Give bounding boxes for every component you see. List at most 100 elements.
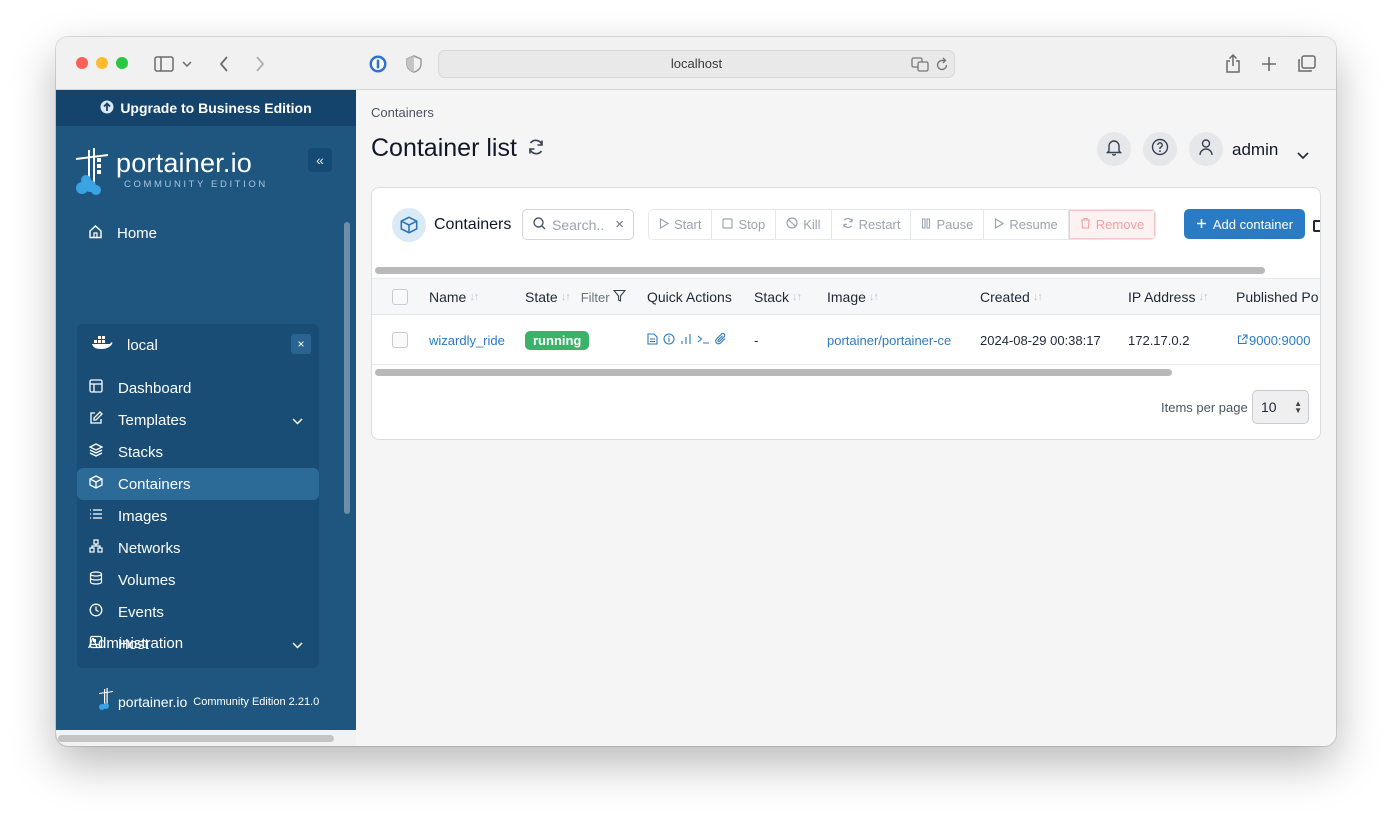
user-name[interactable]: admin [1232, 140, 1278, 160]
user-avatar[interactable] [1189, 132, 1223, 166]
filter-icon[interactable] [612, 289, 626, 305]
status-badge: running [525, 331, 590, 350]
restart-button[interactable]: Restart [831, 210, 912, 239]
filter-label[interactable]: Filter [581, 290, 610, 305]
items-per-page-select[interactable]: 10 ▲ ▼ [1252, 390, 1309, 424]
edit-icon [89, 411, 103, 429]
ip-cell: 172.17.0.2 [1128, 333, 1190, 348]
zoom-window-button[interactable] [116, 57, 128, 69]
remove-button[interactable]: Remove [1068, 210, 1156, 239]
logs-icon[interactable] [647, 332, 658, 350]
sidebar-section-administration[interactable]: Administration [88, 635, 183, 652]
pause-button[interactable]: Pause [911, 210, 985, 239]
sidebar-item-home[interactable]: Home [88, 219, 157, 247]
reload-icon[interactable] [935, 55, 949, 81]
minimize-window-button[interactable] [96, 57, 108, 69]
container-name-link[interactable]: wizardly_ride [429, 333, 505, 348]
chevron-down-icon[interactable] [180, 52, 194, 76]
sort-icon: ↓↑ [868, 291, 879, 303]
column-settings-icon[interactable] [1313, 220, 1320, 232]
stats-icon[interactable] [680, 332, 692, 350]
column-created-label: Created [980, 289, 1030, 305]
chevron-down-icon[interactable] [292, 412, 303, 429]
column-header-published-ports[interactable]: Published Po [1236, 289, 1319, 305]
address-bar[interactable]: localhost [438, 50, 955, 78]
resume-button[interactable]: Resume [984, 210, 1069, 239]
info-icon[interactable] [663, 332, 675, 350]
search-placeholder: Search.. [552, 216, 605, 233]
upgrade-label: Upgrade to Business Edition [120, 100, 312, 116]
published-port-link[interactable]: 9000:9000 [1237, 333, 1310, 348]
sidebar-item-volumes[interactable]: Volumes [77, 564, 319, 596]
image-link[interactable]: portainer/portainer-ce [827, 333, 951, 348]
sidebar-item-label: Home [117, 224, 158, 242]
sidebar-scrollbar[interactable] [344, 222, 350, 514]
column-header-name[interactable]: Name ↓↑ [429, 289, 479, 305]
table-bottom-scrollbar[interactable] [375, 369, 1172, 376]
shield-icon[interactable] [402, 52, 426, 76]
notifications-button[interactable] [1097, 132, 1131, 166]
sidebar-item-events[interactable]: Events [77, 596, 319, 628]
sidebar-item-networks[interactable]: Networks [77, 532, 319, 564]
dashboard-icon [89, 379, 103, 397]
search-input[interactable]: Search.. × [522, 209, 634, 240]
select-all-checkbox[interactable] [392, 289, 408, 305]
list-icon [89, 507, 103, 525]
environment-header[interactable]: local [91, 332, 158, 358]
card-title: Containers [434, 216, 512, 233]
sidebar-item-stacks[interactable]: Stacks [77, 436, 319, 468]
clear-search-icon[interactable]: × [615, 216, 624, 233]
kill-label: Kill [803, 217, 821, 232]
chevron-down-icon[interactable] [1297, 147, 1309, 165]
add-container-button[interactable]: Add container [1184, 209, 1305, 239]
sidebar-item-templates[interactable]: Templates [77, 404, 319, 436]
console-icon[interactable] [697, 332, 710, 350]
upgrade-banner[interactable]: Upgrade to Business Edition [56, 90, 356, 126]
close-environment-button[interactable]: × [291, 334, 311, 354]
back-icon[interactable] [212, 52, 236, 76]
attach-icon[interactable] [715, 332, 727, 350]
sidebar-item-dashboard[interactable]: Dashboard [77, 372, 319, 404]
environment-panel: local × Dashboard Templates Stacks Conta… [77, 324, 319, 668]
forward-icon[interactable] [248, 52, 272, 76]
column-header-created[interactable]: Created ↓↑ [980, 289, 1043, 305]
close-window-button[interactable] [76, 57, 88, 69]
portainer-logo[interactable]: portainer.io COMMUNITY EDITION [74, 148, 265, 201]
sort-icon: ↓↑ [469, 291, 479, 303]
arrow-up-circle-icon [100, 100, 114, 117]
browser-window: localhost Upgrade to Business Edition po… [56, 37, 1336, 746]
collapse-sidebar-button[interactable]: « [308, 148, 332, 172]
column-header-stack[interactable]: Stack ↓↑ [754, 289, 802, 305]
start-button[interactable]: Start [649, 210, 713, 239]
breadcrumb[interactable]: Containers [371, 105, 434, 120]
tab-overview-icon[interactable] [1295, 52, 1319, 76]
stop-button[interactable]: Stop [712, 210, 777, 239]
share-icon[interactable] [1221, 52, 1245, 76]
sidebar-toggle-icon[interactable] [152, 52, 176, 76]
box-icon [392, 208, 426, 242]
password-manager-icon[interactable] [366, 52, 390, 76]
resume-label: Resume [1009, 217, 1058, 232]
translate-icon[interactable] [911, 55, 929, 81]
column-header-quick-actions: Quick Actions [647, 289, 732, 305]
chevron-down-icon[interactable] [292, 636, 303, 653]
sidebar-item-containers[interactable]: Containers [77, 468, 319, 500]
column-header-ip[interactable]: IP Address ↓↑ [1128, 289, 1208, 305]
kill-button[interactable]: Kill [776, 210, 832, 239]
sort-icon: ↓↑ [1198, 291, 1208, 303]
clock-icon [89, 603, 103, 621]
refresh-icon[interactable] [527, 134, 545, 163]
sidebar-hscrollbar[interactable] [58, 735, 334, 742]
row-checkbox[interactable] [392, 332, 408, 348]
new-tab-icon[interactable] [1257, 52, 1281, 76]
table-top-scrollbar[interactable] [375, 267, 1265, 274]
column-image-label: Image [827, 289, 866, 305]
help-button[interactable] [1143, 132, 1177, 166]
sidebar-item-images[interactable]: Images [77, 500, 319, 532]
published-port-text: 9000:9000 [1249, 333, 1311, 348]
containers-card: Containers Search.. × Start Stop Kill Re… [371, 187, 1321, 440]
sidebar-item-label: Images [118, 507, 168, 525]
column-header-state[interactable]: State ↓↑ Filter [525, 289, 626, 305]
sidebar-item-label: Templates [118, 411, 187, 429]
column-header-image[interactable]: Image ↓↑ [827, 289, 879, 305]
